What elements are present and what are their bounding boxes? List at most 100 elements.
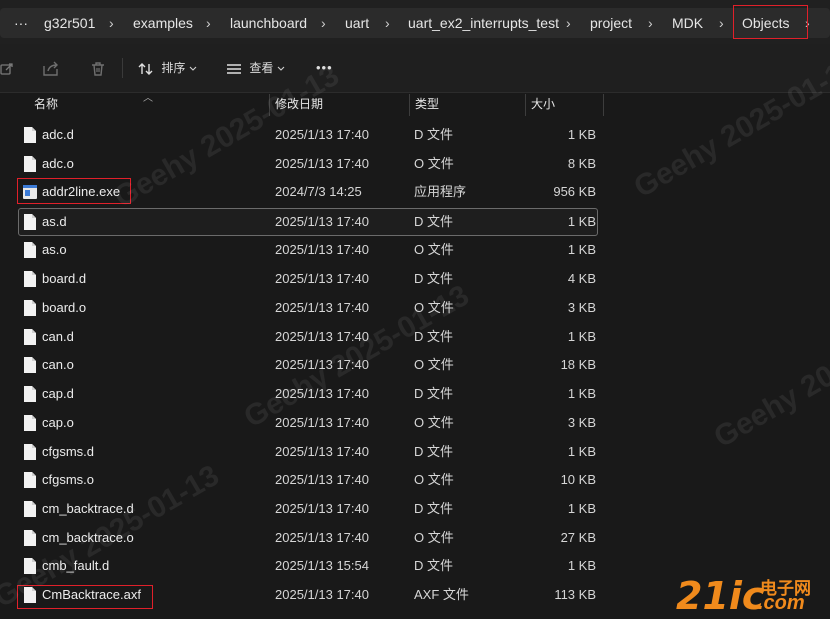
column-divider[interactable] <box>603 94 604 116</box>
view-button[interactable]: 查看 <box>226 44 285 92</box>
breadcrumb-item-mdk[interactable]: MDK <box>672 8 703 38</box>
file-row-can-d[interactable]: can.d 2025/1/13 17:40 D 文件 1 KB <box>18 323 598 351</box>
column-header-date[interactable]: 修改日期 <box>275 92 323 118</box>
file-size: 1 KB <box>567 214 596 229</box>
file-icon <box>24 300 36 316</box>
file-type: D 文件 <box>414 329 454 344</box>
chevron-right-icon: › <box>566 15 571 31</box>
file-name: can.d <box>42 329 74 344</box>
breadcrumb-more-button[interactable]: ··· <box>14 8 28 38</box>
file-icon <box>24 558 36 574</box>
breadcrumb-item-examples[interactable]: examples <box>133 8 193 38</box>
sort-button[interactable]: 排序 <box>138 44 197 92</box>
breadcrumb-item-uart-ex2[interactable]: uart_ex2_interrupts_test <box>408 8 559 38</box>
file-date: 2025/1/13 17:40 <box>275 472 369 487</box>
file-size: 1 KB <box>567 329 596 344</box>
list-view-icon <box>227 64 241 74</box>
file-type: D 文件 <box>414 214 454 229</box>
file-row-as-d[interactable]: as.d 2025/1/13 17:40 D 文件 1 KB <box>18 208 598 236</box>
file-size: 8 KB <box>567 156 596 171</box>
file-name: adc.o <box>42 156 74 171</box>
watermark: Geehy 2025-01-13 <box>708 298 830 455</box>
file-type: O 文件 <box>414 472 454 487</box>
file-type: D 文件 <box>414 271 454 286</box>
delete-icon[interactable] <box>90 44 106 92</box>
chevron-right-icon: › <box>719 15 724 31</box>
file-row-cfgsms-d[interactable]: cfgsms.d 2025/1/13 17:40 D 文件 1 KB <box>18 438 598 466</box>
chevron-down-icon <box>277 66 285 71</box>
sort-label: 排序 <box>161 61 186 75</box>
sort-up-icon: ︿ <box>143 93 153 104</box>
file-row-can-o[interactable]: can.o 2025/1/13 17:40 O 文件 18 KB <box>18 351 598 379</box>
site-logo: 21ic 电子网 .com <box>676 572 826 618</box>
file-name: cfgsms.o <box>42 472 95 487</box>
file-row-as-o[interactable]: as.o 2025/1/13 17:40 O 文件 1 KB <box>18 236 598 264</box>
file-row-cm-backtrace-d[interactable]: cm_backtrace.d 2025/1/13 17:40 D 文件 1 KB <box>18 495 598 523</box>
file-date: 2025/1/13 17:40 <box>275 501 369 516</box>
file-type: O 文件 <box>414 415 454 430</box>
column-divider[interactable] <box>409 94 410 116</box>
column-divider[interactable] <box>525 94 526 116</box>
file-icon <box>24 127 36 143</box>
file-icon <box>24 444 36 460</box>
more-options-button[interactable]: ••• <box>316 44 333 92</box>
highlight-box-objects <box>733 5 808 39</box>
file-size: 956 KB <box>553 184 596 199</box>
view-label: 查看 <box>249 61 274 75</box>
file-icon <box>24 530 36 546</box>
file-name: cmb_fault.d <box>42 558 110 573</box>
breadcrumb: ··· g32r501 › examples › launchboard › u… <box>0 8 830 38</box>
file-name: adc.d <box>42 127 74 142</box>
file-row-cm-backtrace-o[interactable]: cm_backtrace.o 2025/1/13 17:40 O 文件 27 K… <box>18 524 598 552</box>
chevron-right-icon: › <box>648 15 653 31</box>
file-type: D 文件 <box>414 386 454 401</box>
file-name: board.d <box>42 271 87 286</box>
file-date: 2025/1/13 17:40 <box>275 242 369 257</box>
file-icon <box>24 386 36 402</box>
file-type: O 文件 <box>414 300 454 315</box>
file-type: D 文件 <box>414 444 454 459</box>
file-row-adc-o[interactable]: adc.o 2025/1/13 17:40 O 文件 8 KB <box>18 150 598 178</box>
file-date: 2025/1/13 17:40 <box>275 300 369 315</box>
highlight-box-addr2line <box>17 178 131 204</box>
file-type: AXF 文件 <box>414 587 469 602</box>
toolbar-divider <box>122 58 123 78</box>
file-name: cm_backtrace.d <box>42 501 134 516</box>
file-row-cap-d[interactable]: cap.d 2025/1/13 17:40 D 文件 1 KB <box>18 380 598 408</box>
sort-icon <box>138 62 153 75</box>
file-size: 27 KB <box>560 530 596 545</box>
column-header-type[interactable]: 类型 <box>415 92 439 118</box>
file-icon <box>24 501 36 517</box>
file-row-adc-d[interactable]: adc.d 2025/1/13 17:40 D 文件 1 KB <box>18 121 598 149</box>
file-icon <box>24 472 36 488</box>
file-row-cmb-fault-d[interactable]: cmb_fault.d 2025/1/13 15:54 D 文件 1 KB <box>18 552 598 580</box>
file-row-board-d[interactable]: board.d 2025/1/13 17:40 D 文件 4 KB <box>18 265 598 293</box>
file-date: 2025/1/13 15:54 <box>275 558 369 573</box>
column-header-size[interactable]: 大小 <box>531 92 555 118</box>
column-divider[interactable] <box>269 94 270 116</box>
file-size: 3 KB <box>567 300 596 315</box>
file-type: 应用程序 <box>414 184 467 199</box>
copy-icon[interactable] <box>42 44 60 92</box>
file-date: 2025/1/13 17:40 <box>275 127 369 142</box>
file-date: 2025/1/13 17:40 <box>275 214 369 229</box>
breadcrumb-item-launchboard[interactable]: launchboard <box>230 8 307 38</box>
breadcrumb-item-g32r501[interactable]: g32r501 <box>44 8 95 38</box>
breadcrumb-item-project[interactable]: project <box>590 8 632 38</box>
file-type: O 文件 <box>414 357 454 372</box>
file-type: O 文件 <box>414 530 454 545</box>
chevron-right-icon: › <box>385 15 390 31</box>
file-row-cap-o[interactable]: cap.o 2025/1/13 17:40 O 文件 3 KB <box>18 409 598 437</box>
file-type: D 文件 <box>414 501 454 516</box>
file-size: 1 KB <box>567 386 596 401</box>
file-size: 113 KB <box>554 587 596 602</box>
file-row-board-o[interactable]: board.o 2025/1/13 17:40 O 文件 3 KB <box>18 294 598 322</box>
file-size: 18 KB <box>560 357 596 372</box>
file-name: as.d <box>42 214 67 229</box>
file-row-cfgsms-o[interactable]: cfgsms.o 2025/1/13 17:40 O 文件 10 KB <box>18 466 598 494</box>
column-header-name[interactable]: 名称 <box>34 92 58 118</box>
file-name: cfgsms.d <box>42 444 95 459</box>
share-icon[interactable] <box>0 44 14 92</box>
file-type: O 文件 <box>414 156 454 171</box>
breadcrumb-item-uart[interactable]: uart <box>345 8 369 38</box>
